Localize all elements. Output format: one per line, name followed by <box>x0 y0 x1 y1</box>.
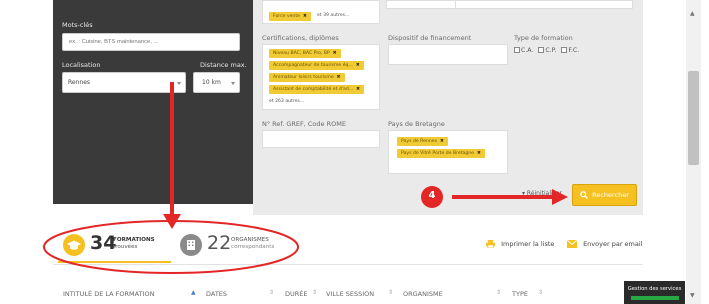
annotation-step-number: 4 <box>428 190 436 201</box>
annotation-arrowhead-right <box>552 189 568 205</box>
annotation-ellipse <box>43 220 299 274</box>
annotation-overlay <box>43 82 568 274</box>
